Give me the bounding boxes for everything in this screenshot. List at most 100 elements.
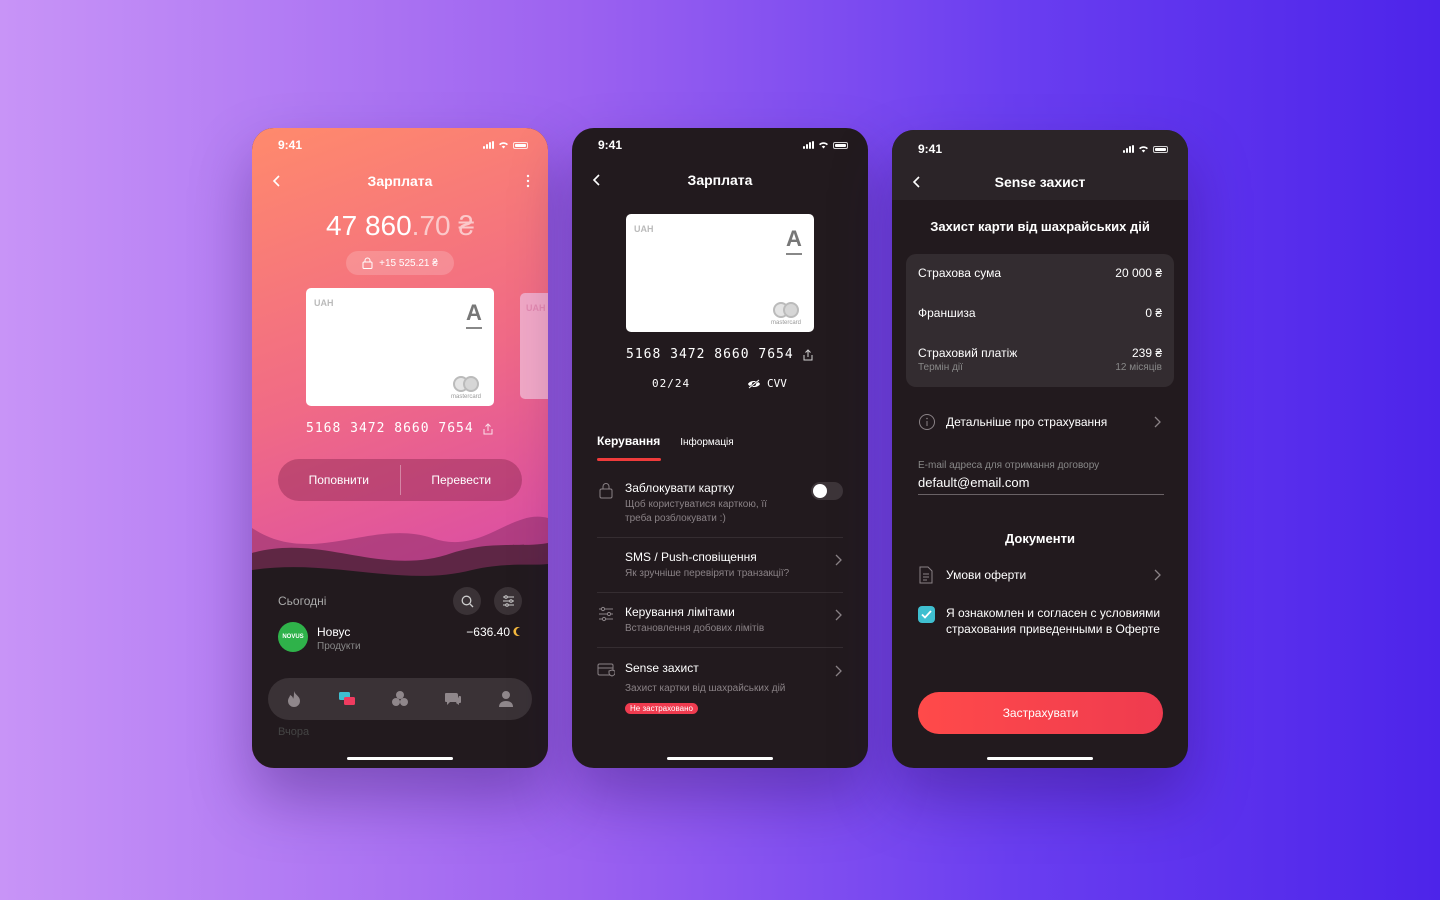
offer-terms-link[interactable]: Умови оферти [918, 566, 1162, 584]
battery-icon [1153, 145, 1168, 153]
home-indicator [347, 757, 453, 760]
share-icon[interactable] [803, 349, 813, 361]
section-yesterday: Вчора [278, 726, 310, 738]
phone-card-balance: 9:41 Зарплата 47 860.70 ₴ +15 525.21 ₴ U… [252, 128, 548, 768]
chevron-left-icon[interactable] [908, 173, 926, 191]
more-info-label: Детальніше про страхування [946, 415, 1108, 429]
section-today: Сьогодні [278, 594, 327, 608]
check-icon [921, 610, 932, 619]
row-sense-protection[interactable]: Sense захист Захист картки від шахрайськ… [597, 661, 843, 715]
transfer-button[interactable]: Перевести [401, 473, 523, 487]
hills-decoration [252, 516, 548, 598]
next-card-currency: UAH [526, 303, 546, 313]
signal-icon [1123, 145, 1134, 153]
card-shield-icon [597, 663, 615, 677]
row-subtitle: Захист картки від шахрайських дій [625, 683, 786, 694]
page-title: Зарплата [367, 173, 433, 189]
chevron-left-icon[interactable] [588, 171, 606, 189]
mastercard-logo: mastercard [446, 376, 486, 400]
balance-integer: 47 860 [326, 210, 412, 241]
divider [597, 537, 843, 538]
bank-logo: A [786, 226, 802, 255]
chevron-right-icon [835, 554, 842, 566]
bottom-tab-bar [268, 678, 532, 720]
deductible-row: Франшиза 0 ₴ [918, 306, 1162, 320]
documents-heading: Документи [1005, 531, 1075, 546]
next-card-preview[interactable]: UAH [520, 293, 548, 399]
agree-checkbox[interactable] [918, 606, 935, 623]
premium-row: Страховий платіж 239 ₴ Термін дії 12 міс… [918, 346, 1162, 373]
chevron-left-icon[interactable] [268, 172, 286, 190]
cashback-icon [513, 627, 520, 636]
card-currency: UAH [314, 298, 334, 308]
status-badge: Не застраховано [625, 703, 698, 714]
filter-icon [502, 595, 514, 607]
chevron-right-icon [835, 665, 842, 677]
cvv-toggle[interactable]: CVV [747, 377, 787, 390]
status-bar: 9:41 [572, 128, 868, 162]
tab-management[interactable]: Керування [597, 434, 660, 448]
cards-icon[interactable] [338, 690, 356, 708]
status-time: 9:41 [278, 138, 303, 152]
sliders-icon [599, 606, 613, 622]
wifi-icon [499, 142, 508, 149]
row-title: Заблокувати картку [625, 481, 735, 495]
tabs: Керування Інформація [597, 434, 734, 461]
battery-icon [833, 141, 848, 149]
insurance-summary: Страхова сума 20 000 ₴ Франшиза 0 ₴ Стра… [906, 254, 1174, 387]
card-number: 5168 3472 8660 7654 [626, 347, 794, 362]
block-card-toggle[interactable] [811, 482, 843, 500]
row-title: Sense захист [625, 661, 699, 675]
wifi-icon [1139, 146, 1148, 153]
lock-icon [362, 257, 373, 269]
eye-off-icon [748, 378, 760, 389]
card-actions: Поповнити Перевести [278, 459, 522, 501]
transaction-item[interactable]: NOVUS Новус Продукти −636.40 [278, 622, 522, 656]
agreement: Я ознакомлен и согласен с условиями стра… [918, 606, 1164, 637]
locked-amount: +15 525.21 ₴ [379, 257, 438, 269]
email-field-label: E-mail адреса для отримання договору [918, 460, 1100, 471]
flame-icon[interactable] [285, 690, 303, 708]
chevron-right-icon [1154, 416, 1161, 428]
mastercard-logo: mastercard [766, 302, 806, 326]
transaction-category: Продукти [317, 641, 361, 652]
home-indicator [667, 757, 773, 760]
profile-icon[interactable] [497, 690, 515, 708]
clover-icon[interactable] [391, 690, 409, 708]
insured-sum-label: Страхова сума [918, 266, 1002, 280]
deductible-label: Франшиза [918, 306, 976, 320]
row-notifications[interactable]: SMS / Push-сповіщення Як зручніше переві… [597, 550, 843, 579]
card-currency: UAH [634, 224, 654, 234]
search-button[interactable] [453, 587, 481, 615]
bank-card[interactable]: UAH A mastercard [306, 288, 494, 406]
row-subtitle: Щоб користуватися карткою, її треба розб… [625, 499, 767, 524]
battery-icon [513, 141, 528, 149]
status-icons [483, 141, 528, 149]
row-limits[interactable]: Керування лімітами Встановлення добових … [597, 605, 843, 634]
premium-label: Страховий платіж [918, 346, 1018, 360]
filter-button[interactable] [494, 587, 522, 615]
more-vertical-icon[interactable] [524, 174, 532, 188]
info-icon [919, 414, 935, 430]
card-expiry: 02/24 [652, 377, 691, 390]
more-info-link[interactable]: Детальніше про страхування [918, 413, 1162, 431]
row-subtitle: Як зручніше перевіряти транзакції? [625, 568, 790, 579]
wifi-icon [819, 142, 828, 149]
locked-amount-pill[interactable]: +15 525.21 ₴ [346, 251, 454, 275]
insure-button[interactable]: Застрахувати [918, 692, 1163, 734]
nav-bar: Зарплата [572, 167, 868, 193]
transaction-amount: −636.40 [466, 625, 510, 639]
share-icon[interactable] [483, 423, 493, 435]
row-block-card[interactable]: Заблокувати картку Щоб користуватися кар… [597, 481, 843, 527]
tab-info[interactable]: Інформація [680, 437, 733, 448]
card-brand: mastercard [770, 320, 801, 326]
chat-icon[interactable] [444, 690, 462, 708]
transaction-name: Новус [317, 625, 351, 639]
bank-card[interactable]: UAH A mastercard [626, 214, 814, 332]
status-icons [803, 141, 848, 149]
card-number: 5168 3472 8660 7654 [306, 421, 474, 436]
row-title: SMS / Push-сповіщення [625, 550, 757, 564]
email-field[interactable]: default@email.com [918, 475, 1164, 495]
topup-button[interactable]: Поповнити [278, 473, 400, 487]
nav-bar: Зарплата [252, 168, 548, 194]
